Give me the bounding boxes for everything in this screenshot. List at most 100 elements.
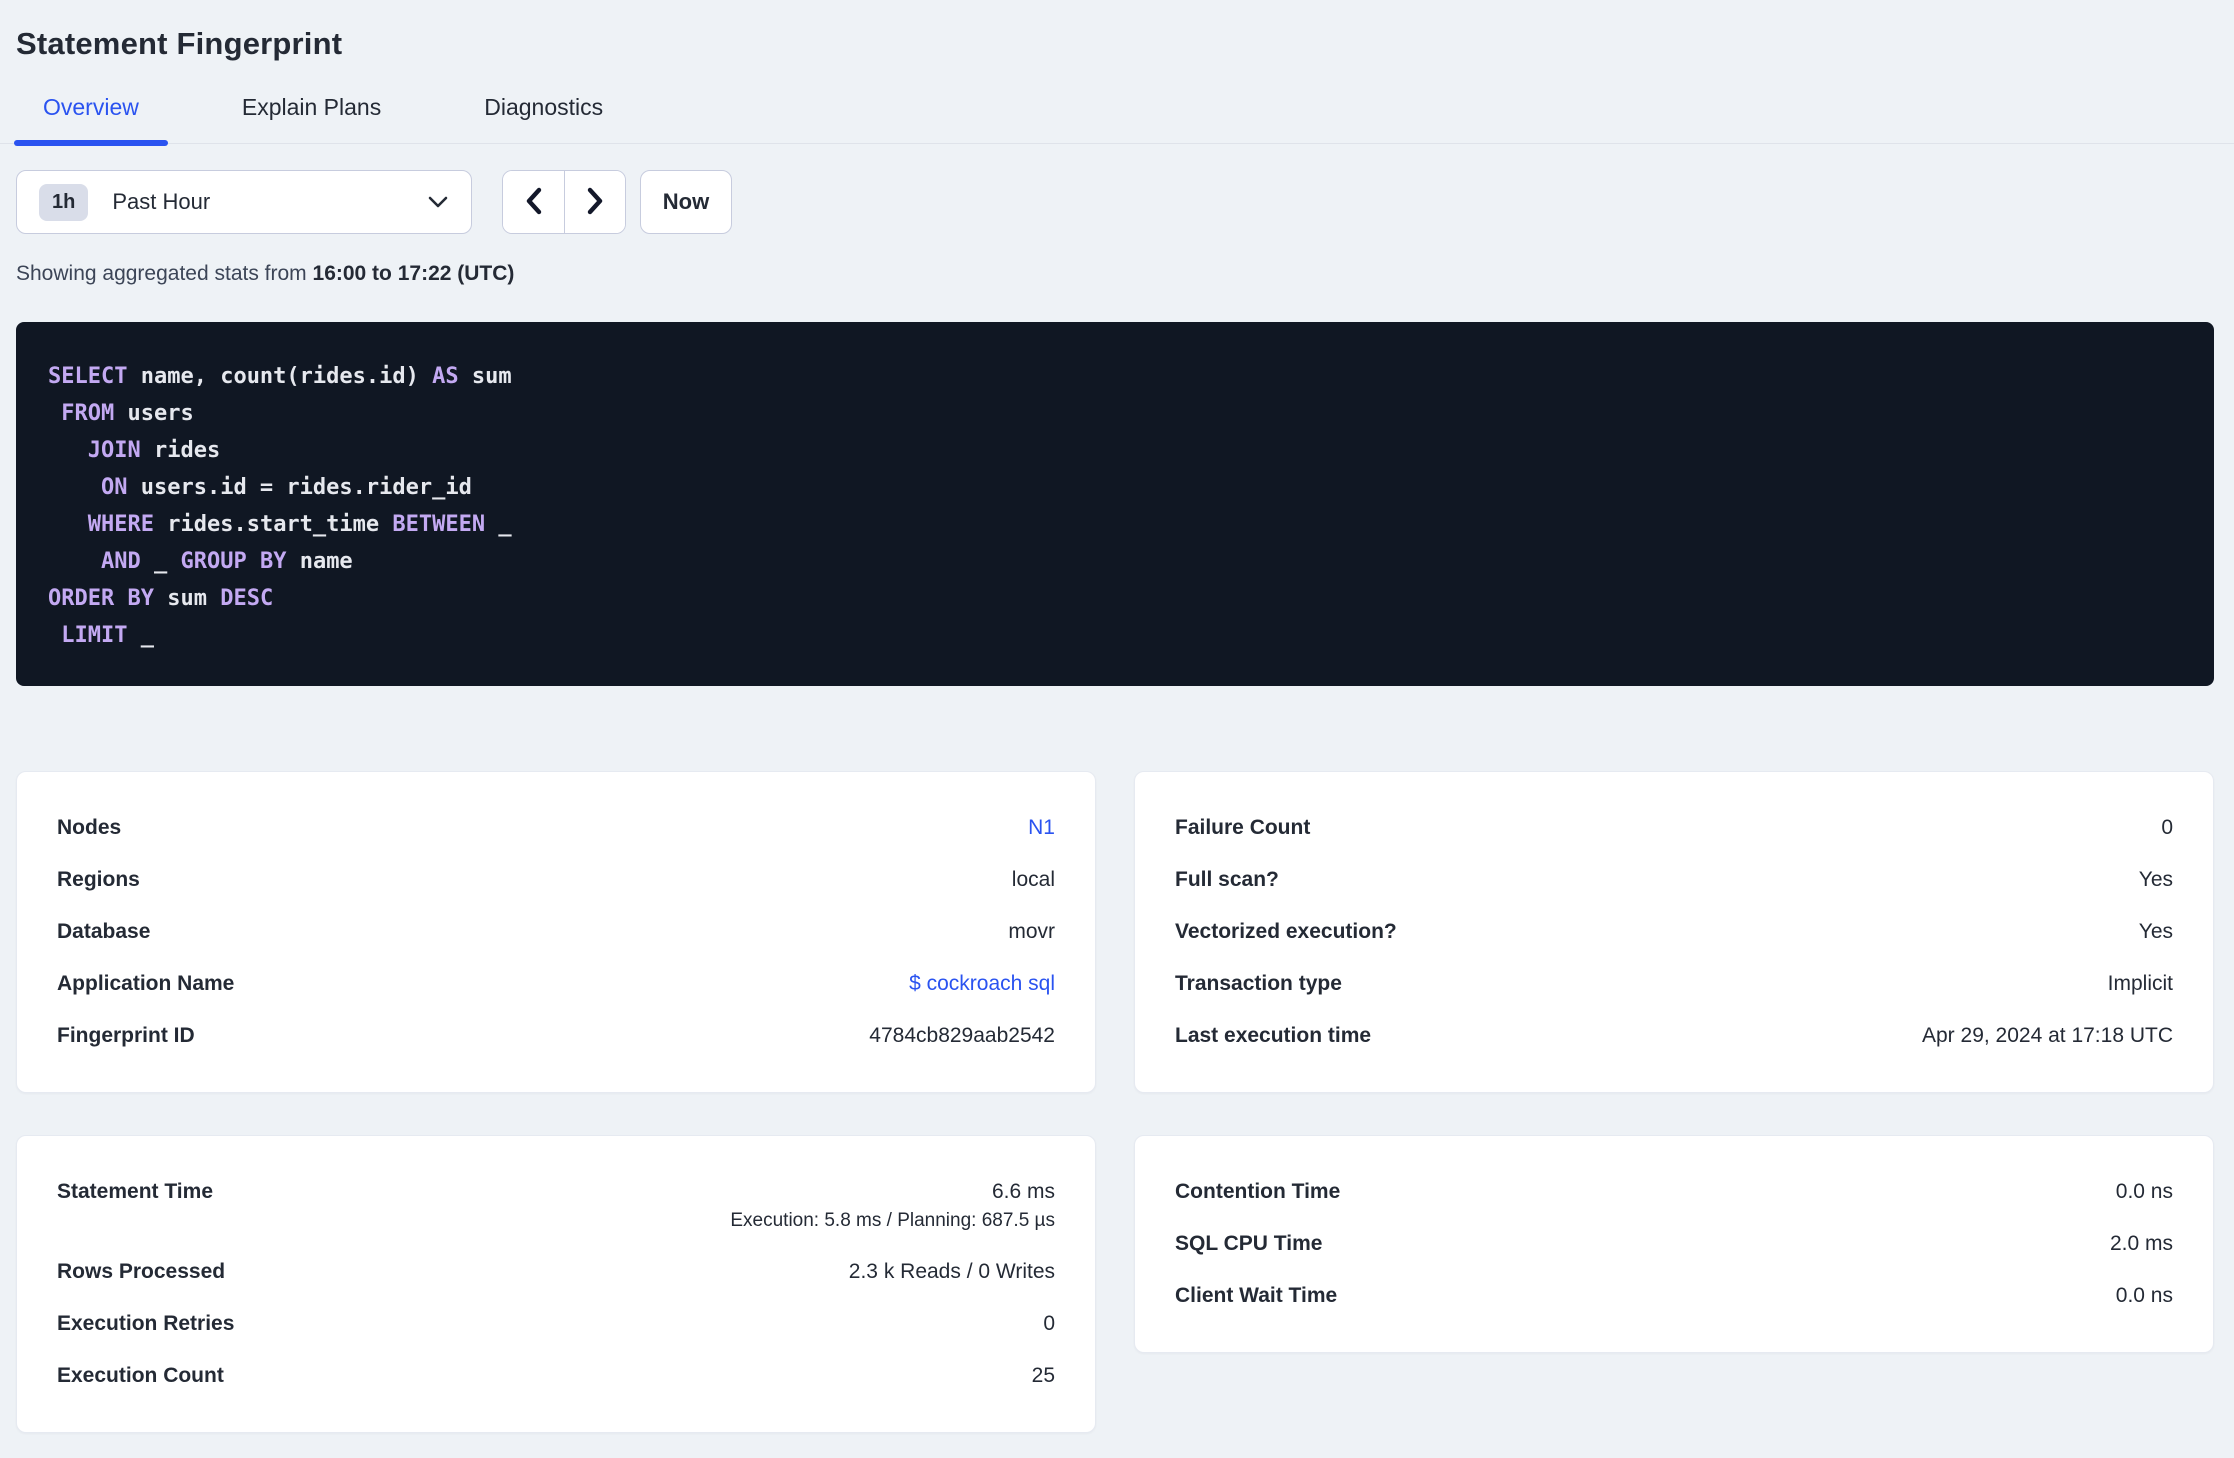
row-value-group: 25: [1032, 1364, 1055, 1388]
chevron-left-icon: [524, 186, 544, 219]
wait-timing-card: Contention Time 0.0 ns SQL CPU Time 2.0 ms C…: [1134, 1135, 2214, 1353]
row-value: 0: [1043, 1312, 1055, 1335]
row-value: local: [1011, 868, 1055, 891]
row-value-link[interactable]: $ cockroach sql: [909, 972, 1055, 996]
card-row: Database movr: [57, 906, 1055, 958]
tab-overview[interactable]: Overview: [14, 94, 168, 146]
row-label: Execution Retries: [57, 1312, 235, 1335]
card-row: SQL CPU Time 2.0 ms: [1175, 1218, 2173, 1270]
tab-explain-plans[interactable]: Explain Plans: [213, 94, 410, 143]
now-button[interactable]: Now: [640, 170, 732, 234]
row-subvalue: Execution: 5.8 ms / Planning: 687.5 µs: [730, 1210, 1055, 1231]
card-row: Vectorized execution? Yes: [1175, 906, 2173, 958]
page-title: Statement Fingerprint: [16, 26, 343, 61]
chevron-down-icon: [427, 195, 449, 209]
row-value-group: 0.0 ns: [2116, 1284, 2173, 1308]
sql-line: FROM users: [61, 401, 194, 426]
aggregated-stats-range: 16:00 to 17:22 (UTC): [312, 262, 515, 285]
row-value-group: local: [1012, 868, 1055, 892]
time-range-dropdown[interactable]: 1h Past Hour: [16, 170, 472, 234]
card-row: Nodes N1: [57, 802, 1055, 854]
row-value-group: N1: [1028, 816, 1055, 840]
row-value-group: 0: [1043, 1312, 1055, 1336]
row-label: Contention Time: [1175, 1180, 1341, 1203]
row-value: Apr 29, 2024 at 17:18 UTC: [1922, 1024, 2173, 1047]
sql-line: ON users.id = rides.rider_id: [100, 475, 472, 500]
card-row: Execution Retries 0: [57, 1298, 1055, 1350]
card-row: Rows Processed 2.3 k Reads / 0 Writes: [57, 1246, 1055, 1298]
row-value-group: 0.0 ns: [2116, 1180, 2173, 1204]
time-step-buttons: [502, 170, 626, 234]
row-value: 2.0 ms: [2109, 1232, 2173, 1255]
row-label: Statement Time: [57, 1180, 213, 1203]
card-row: Full scan? Yes: [1175, 854, 2173, 906]
row-label: Nodes: [57, 816, 122, 839]
row-value: 2.3 k Reads / 0 Writes: [848, 1260, 1055, 1283]
overview-details-card: Nodes N1 Regions local Database movr Applicati…: [16, 771, 1096, 1093]
card-row: Contention Time 0.0 ns: [1175, 1166, 2173, 1218]
row-value: 0.0 ns: [2115, 1284, 2173, 1307]
sql-line: JOIN rides: [87, 438, 221, 463]
sql-line: ORDER BY sum DESC: [48, 586, 274, 611]
card-row: Statement Time 6.6 ms Execution: 5.8 ms / …: [57, 1166, 1055, 1246]
row-value-link[interactable]: N1: [1028, 816, 1055, 840]
aggregated-stats-text: Showing aggregated stats from 16:00 to 1…: [16, 262, 2218, 286]
sql-line: LIMIT _: [61, 623, 154, 648]
card-row: Transaction type Implicit: [1175, 958, 2173, 1010]
row-value: 0.0 ns: [2115, 1180, 2173, 1203]
row-value: 6.6 ms: [991, 1180, 1055, 1203]
aggregated-stats-prefix: Showing aggregated stats from: [16, 262, 313, 285]
card-row: Fingerprint ID 4784cb829aab2542: [57, 1010, 1055, 1062]
tab-bar: Overview Explain Plans Diagnostics: [0, 94, 2234, 146]
row-value: Implicit: [2107, 972, 2173, 995]
row-label: Execution Count: [57, 1364, 224, 1387]
row-label: Last execution time: [1175, 1024, 1372, 1047]
card-row: Client Wait Time 0.0 ns: [1175, 1270, 2173, 1322]
row-label: Application Name: [57, 972, 235, 995]
next-time-button[interactable]: [564, 171, 625, 233]
row-label: SQL CPU Time: [1175, 1232, 1323, 1255]
row-value: 25: [1031, 1364, 1055, 1387]
tab-diagnostics[interactable]: Diagnostics: [455, 94, 632, 143]
row-label: Fingerprint ID: [57, 1024, 195, 1047]
row-value-group: Yes: [2139, 920, 2173, 944]
row-value: 4784cb829aab2542: [869, 1024, 1055, 1047]
card-row: Last execution time Apr 29, 2024 at 17:18…: [1175, 1010, 2173, 1062]
row-label: Regions: [57, 868, 140, 891]
row-value-group: 6.6 ms Execution: 5.8 ms / Planning: 687.…: [730, 1180, 1055, 1232]
row-value-group: Implicit: [2108, 972, 2173, 996]
row-value-group: 0: [2161, 816, 2173, 840]
row-label: Full scan?: [1175, 868, 1279, 891]
time-range-badge: 1h: [39, 183, 89, 221]
sql-statement-box: SELECT name, count(rides.id) AS sum FROM…: [16, 322, 2214, 686]
sql-line: WHERE rides.start_time BETWEEN _: [87, 512, 512, 537]
row-label: Vectorized execution?: [1175, 920, 1397, 943]
sql-line: AND _ GROUP BY name: [100, 549, 353, 574]
row-value-group: 2.0 ms: [2110, 1232, 2173, 1256]
statement-timing-card: Statement Time 6.6 ms Execution: 5.8 ms / …: [16, 1135, 1096, 1433]
row-value-group: Yes: [2139, 868, 2173, 892]
row-value-group: Apr 29, 2024 at 17:18 UTC: [1922, 1024, 2173, 1048]
row-value: Yes: [2138, 868, 2173, 891]
row-value-group: $ cockroach sql: [909, 972, 1055, 996]
sql-line: SELECT name, count(rides.id) AS sum: [48, 364, 512, 389]
prev-time-button[interactable]: [503, 171, 564, 233]
row-value: Yes: [2138, 920, 2173, 943]
chevron-right-icon: [585, 186, 605, 219]
row-value-group: 2.3 k Reads / 0 Writes: [849, 1260, 1055, 1284]
row-value: 0: [2161, 816, 2173, 839]
card-row: Application Name $ cockroach sql: [57, 958, 1055, 1010]
time-range-label: Past Hour: [112, 189, 211, 214]
row-value-group: 4784cb829aab2542: [869, 1024, 1055, 1048]
row-label: Failure Count: [1175, 816, 1311, 839]
card-row: Failure Count 0: [1175, 802, 2173, 854]
row-value-group: movr: [1008, 920, 1055, 944]
row-label: Transaction type: [1175, 972, 1342, 995]
row-label: Database: [57, 920, 151, 943]
row-label: Client Wait Time: [1175, 1284, 1338, 1307]
card-row: Execution Count 25: [57, 1350, 1055, 1402]
row-value: movr: [1008, 920, 1055, 943]
stats-cards: Nodes N1 Regions local Database movr Applicati…: [16, 771, 2218, 1433]
card-row: Regions local: [57, 854, 1055, 906]
row-label: Rows Processed: [57, 1260, 226, 1283]
